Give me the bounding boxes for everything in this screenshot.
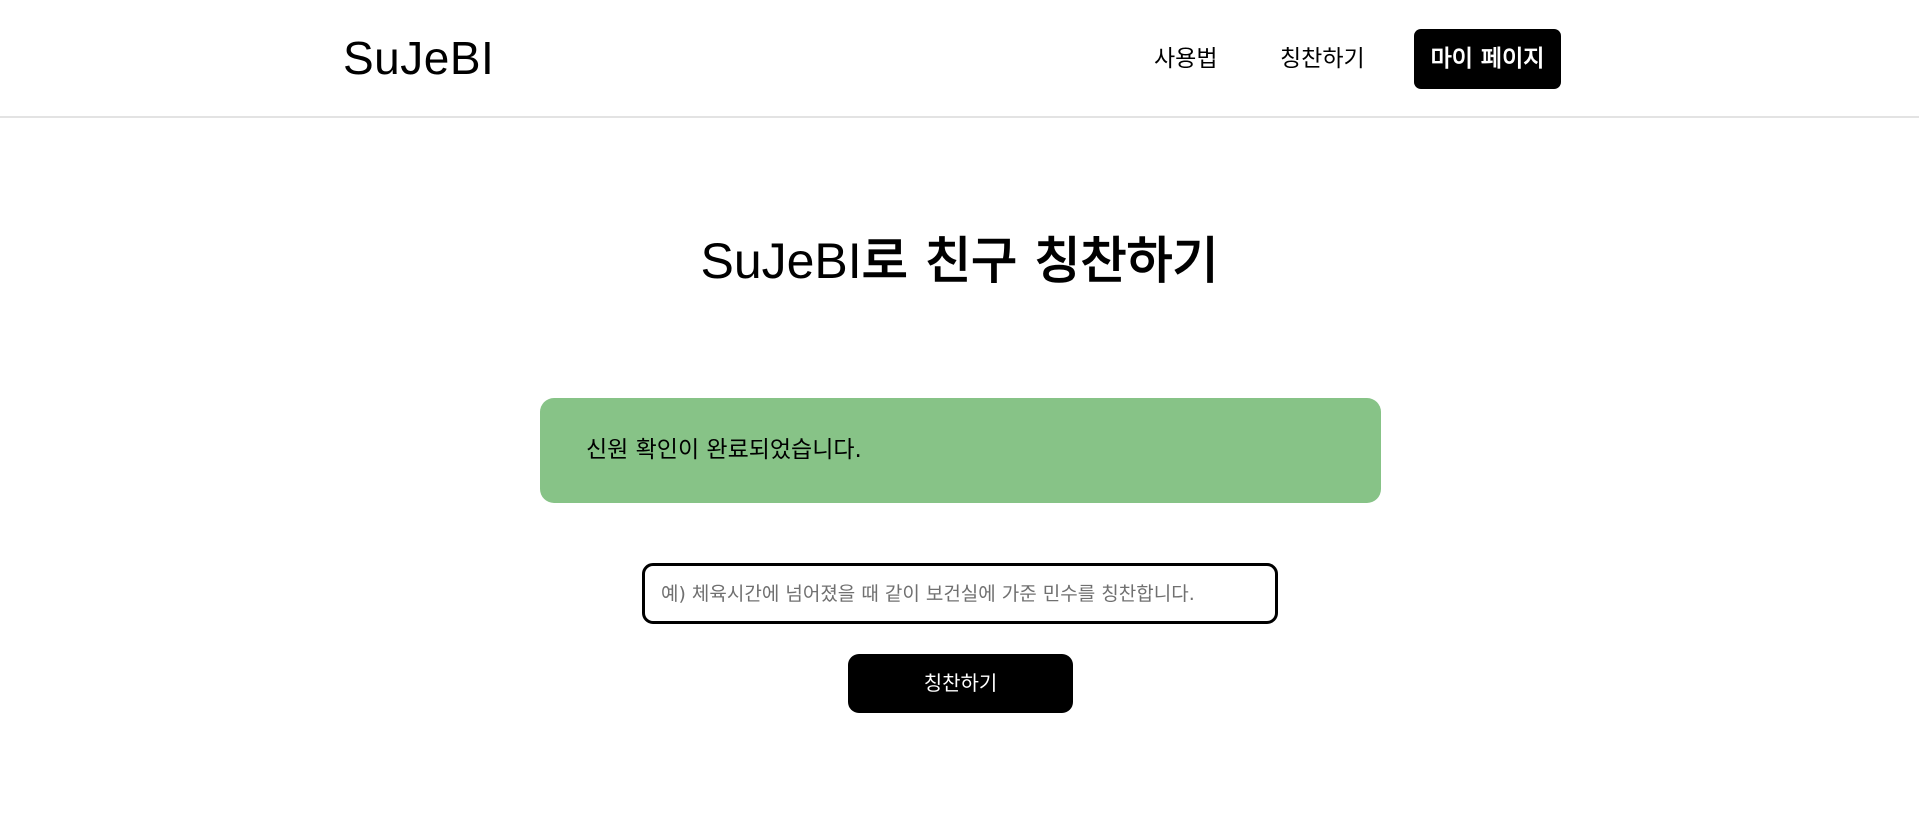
praise-input[interactable] xyxy=(642,563,1278,624)
page-title-text: 로 친구 칭찬하기 xyxy=(861,232,1219,290)
alert-message: 신원 확인이 완료되었습니다. xyxy=(586,437,862,463)
logo[interactable]: SuJeBI xyxy=(343,30,494,86)
nav-usage-link[interactable]: 사용법 xyxy=(1154,44,1217,74)
site-header: SuJeBI 사용법 칭찬하기 마이 페이지 xyxy=(0,0,1919,118)
nav-praise-link[interactable]: 칭찬하기 xyxy=(1280,44,1365,74)
page-title: SuJeBI로 친구 칭찬하기 xyxy=(0,228,1919,294)
my-page-button[interactable]: 마이 페이지 xyxy=(1414,29,1561,89)
praise-submit-button[interactable]: 칭찬하기 xyxy=(848,654,1073,713)
page-title-brand: SuJeBI xyxy=(700,233,862,289)
success-alert: 신원 확인이 완료되었습니다. xyxy=(540,398,1381,503)
